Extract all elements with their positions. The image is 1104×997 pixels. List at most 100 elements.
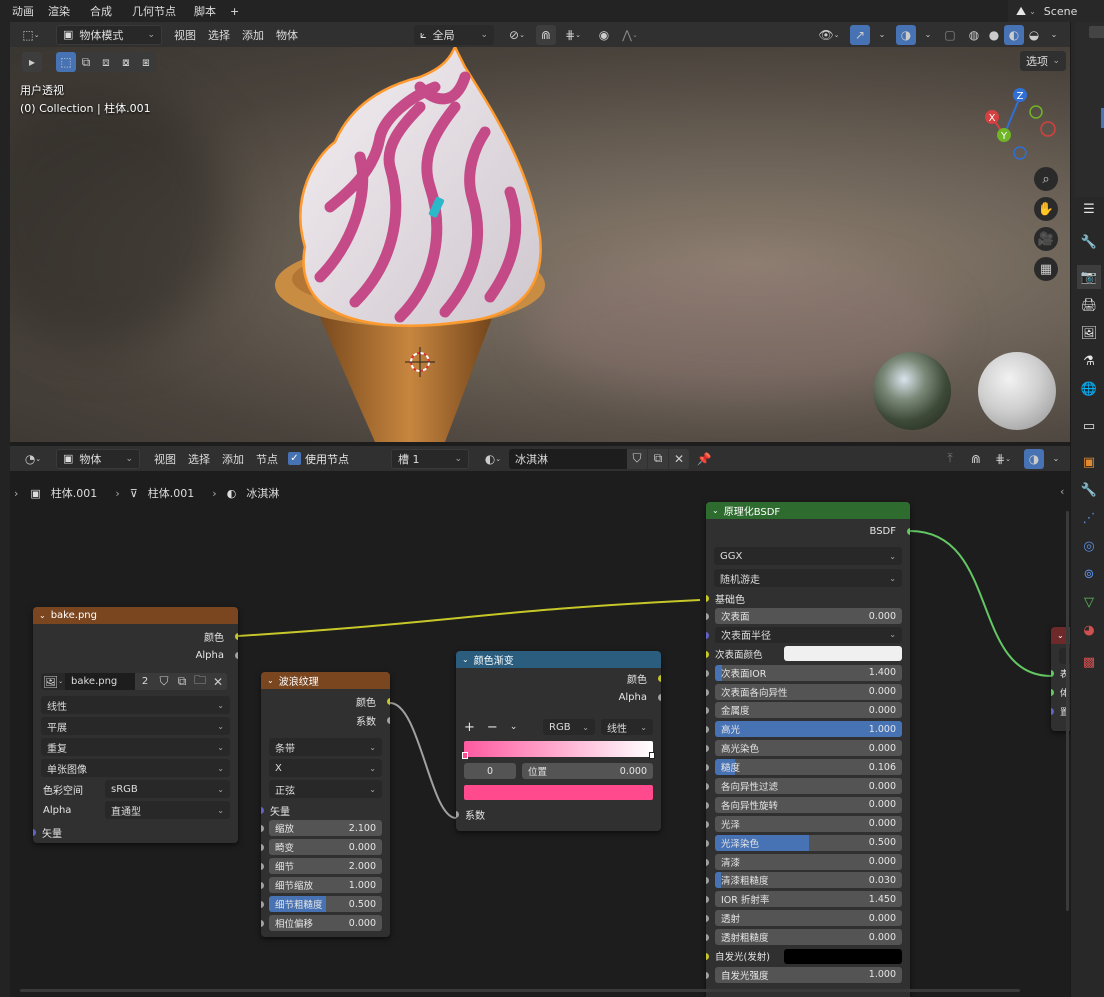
shading-material-icon[interactable]: ◐ (1004, 24, 1024, 45)
color-space-select[interactable]: sRGB ⌄ (105, 780, 230, 798)
collapse-icon[interactable]: ⌄ (712, 506, 719, 515)
select-subtract-icon[interactable]: ⧈ (96, 52, 116, 72)
bsdf-select[interactable]: 次表面半径 ⌄ (715, 626, 902, 643)
gizmo-chevron-icon[interactable]: ⌄ (872, 25, 892, 45)
socket[interactable] (261, 920, 264, 927)
image-texture-node[interactable]: ⌄ bake.png 颜色 Alpha 🖼 ⌄ bake.png 2 ⛉ ⧉ 🗀 … (33, 607, 238, 843)
color-swatch[interactable] (784, 646, 902, 662)
node-editor-canvas[interactable]: › ▣ 柱体.001 › ⊽ 柱体.001 › ◐ 冰淇淋 ‹ ⌄ bake.p… (10, 471, 1070, 997)
bsdf-field[interactable]: 各向异性过滤 0.000 (715, 778, 902, 795)
socket[interactable] (706, 726, 709, 734)
socket[interactable] (706, 783, 709, 791)
socket[interactable] (706, 669, 709, 677)
wave-profile-select[interactable]: 正弦 ⌄ (269, 780, 382, 798)
socket[interactable] (706, 707, 709, 715)
magnify-icon[interactable]: ⌕ (1034, 167, 1058, 191)
bsdf-field[interactable]: 次表面各向异性 0.000 (715, 683, 902, 700)
socket[interactable] (261, 882, 264, 889)
image-name-field[interactable]: bake.png (65, 673, 135, 690)
wave-field[interactable]: 相位偏移 0.000 (269, 915, 382, 931)
bsdf-field[interactable]: 次表面 0.000 (715, 608, 902, 624)
bsdf-field[interactable]: 金属度 0.000 (715, 702, 902, 719)
editor-type-3d-icon[interactable]: ⬚ ⌄ (14, 25, 48, 45)
add-stop-icon[interactable]: + (464, 720, 475, 735)
data-properties-icon[interactable]: ▽ (1077, 590, 1101, 614)
socket[interactable] (706, 764, 709, 772)
projection-select[interactable]: 平展 ⌄ (41, 717, 230, 735)
close-icon[interactable]: ✕ (669, 448, 689, 469)
horizontal-scrollbar[interactable] (20, 989, 1020, 992)
material-slot-select[interactable]: 槽 1 ⌄ (391, 448, 469, 469)
node-menu-add[interactable]: 添加 (216, 449, 250, 469)
bsdf-field[interactable]: 清漆 0.000 (715, 853, 902, 870)
overlay-toggle-icon[interactable]: ◑ (896, 24, 916, 45)
bsdf-field[interactable]: 透射粗糙度 0.000 (715, 929, 902, 946)
select-invert-icon[interactable]: ⧇ (116, 52, 136, 72)
tab-animation[interactable]: 动画 (6, 1, 42, 21)
proportional-edit-icon[interactable]: ◉ (594, 25, 614, 45)
ramp-menu-chevron-icon[interactable]: ⌄ (510, 722, 518, 732)
bsdf-field[interactable]: 透射 0.000 (715, 910, 902, 927)
socket[interactable] (706, 934, 709, 942)
alpha-mode-select[interactable]: 直通型 ⌄ (105, 801, 230, 819)
xray-icon[interactable]: ▢ (940, 25, 960, 45)
tab-geometry-nodes[interactable]: 几何节点 (126, 1, 188, 21)
visibility-icon[interactable]: 👁 ⌄ (814, 25, 844, 45)
ramp-stop-position[interactable]: 位置 0.000 (522, 763, 653, 779)
wave-field[interactable]: 细节缩放 1.000 (269, 877, 382, 893)
gizmo-toggle-icon[interactable]: ↗ (850, 24, 870, 45)
select-intersect-icon[interactable]: ⧆ (136, 52, 156, 72)
socket[interactable] (1051, 670, 1054, 677)
pin-icon[interactable]: 📌 (694, 449, 714, 469)
socket[interactable] (706, 613, 709, 620)
viewport-3d[interactable]: ▸ ⬚ ⧉ ⧈ ⧇ ⧆ 选项 ⌄ 用户透视 (0) Collection | 柱体… (10, 47, 1070, 442)
texture-properties-icon[interactable]: ▩ (1077, 650, 1101, 674)
socket[interactable] (261, 901, 264, 908)
folder-icon[interactable]: 🗀 (191, 673, 209, 690)
wave-node-header[interactable]: ⌄ 波浪纹理 (261, 672, 390, 689)
camera-icon[interactable]: 🎥 (1034, 227, 1058, 251)
socket[interactable] (387, 698, 390, 705)
bsdf-field[interactable]: 次表面IOR 1.400 (715, 664, 902, 681)
tab-render[interactable]: 渲染 (42, 1, 84, 21)
bsdf-field[interactable]: 自发光强度 1.000 (715, 966, 902, 983)
principled-bsdf-node[interactable]: ⌄ 原理化BSDF BSDF GGX ⌄ 随机游走 ⌄ 基础色 次表面 0.000 次表… (706, 502, 910, 997)
properties-toggle-icon[interactable]: ☰ (1077, 197, 1101, 221)
socket[interactable] (658, 694, 661, 701)
grid-icon[interactable]: ▦ (1034, 257, 1058, 281)
tab-scripting[interactable]: 脚本 (188, 1, 224, 21)
select-new-icon[interactable]: ⬚ (56, 52, 76, 72)
node-menu-node[interactable]: 节点 (250, 449, 284, 469)
collapse-icon[interactable]: ⌄ (267, 676, 274, 685)
node-menu-select[interactable]: 选择 (182, 449, 216, 469)
hdri-preview-sphere[interactable] (873, 352, 951, 430)
distribution-select[interactable]: GGX ⌄ (714, 547, 902, 565)
socket[interactable] (706, 631, 709, 639)
material-name-field[interactable]: 冰淇淋 (509, 448, 627, 469)
viewport-menu-add[interactable]: 添加 (236, 25, 270, 45)
editor-type-node-icon[interactable]: ◔ ⌄ (16, 449, 50, 469)
overlay-chevron-icon[interactable]: ⌄ (918, 25, 938, 45)
shader-type-select[interactable]: ▣ 物体 ⌄ (56, 448, 140, 469)
socket[interactable] (706, 688, 709, 696)
physics-icon[interactable]: ◎ (1077, 534, 1101, 558)
wave-type-select[interactable]: 条带 ⌄ (269, 738, 382, 756)
ramp-stop-index[interactable]: 0 (464, 763, 516, 779)
select-extend-icon[interactable]: ⧉ (76, 52, 96, 72)
socket[interactable] (261, 825, 264, 832)
diffuse-preview-sphere[interactable] (978, 352, 1056, 430)
bsdf-field[interactable]: 各向异性旋转 0.000 (715, 796, 902, 813)
source-select[interactable]: 单张图像 ⌄ (41, 759, 230, 777)
wave-field[interactable]: 细节粗糙度 0.500 (269, 896, 382, 912)
socket[interactable] (706, 915, 709, 923)
socket[interactable] (706, 858, 709, 866)
wave-field[interactable]: 细节 2.000 (269, 858, 382, 874)
wave-direction-select[interactable]: X ⌄ (269, 759, 382, 777)
shading-chevron-icon[interactable]: ⌄ (1044, 25, 1064, 45)
extension-select[interactable]: 重复 ⌄ (41, 738, 230, 756)
tool-properties-icon[interactable]: 🔧 (1077, 230, 1101, 254)
socket[interactable] (907, 528, 910, 535)
socket[interactable] (706, 595, 709, 602)
socket[interactable] (1051, 708, 1054, 715)
node-overlay-chevron-icon[interactable]: ⌄ (1046, 449, 1066, 469)
